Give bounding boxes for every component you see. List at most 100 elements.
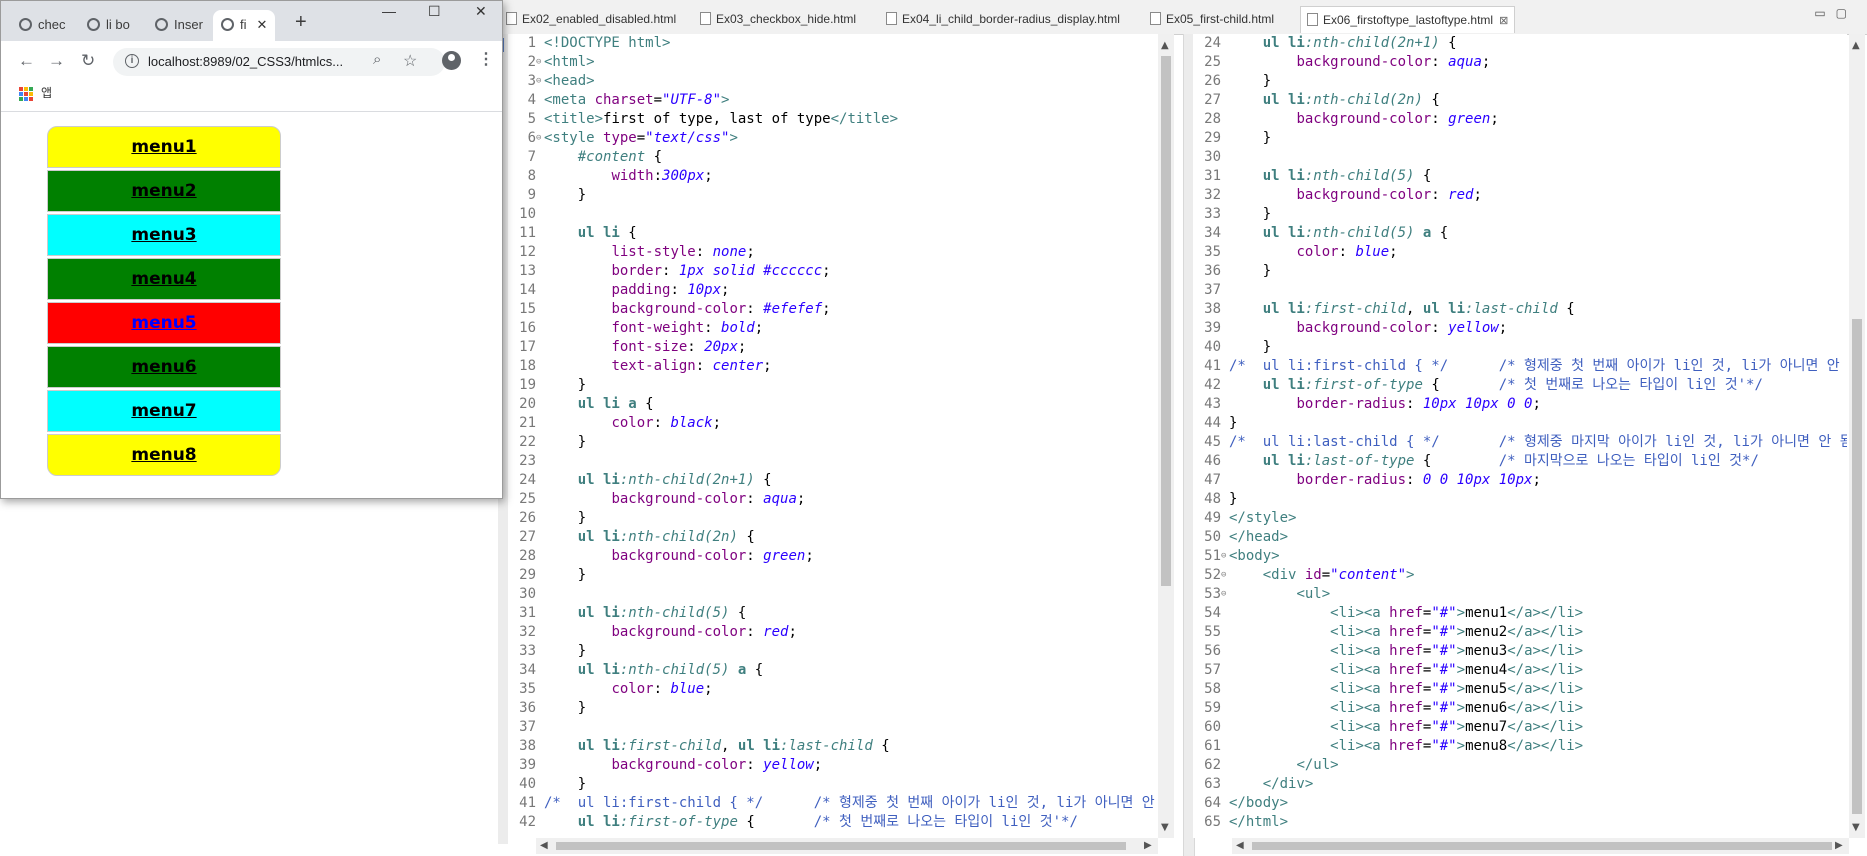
code-line[interactable]: 41 /* ul li:first-child { */ /* 형제중 첫 번째 …	[508, 794, 1158, 813]
code-line[interactable]: 13 border: 1px solid #cccccc;	[508, 262, 1158, 281]
code-line[interactable]: 49 </style>	[1193, 509, 1847, 528]
menu-link[interactable]: menu3	[131, 225, 196, 245]
code-line[interactable]: 47 border-radius: 0 0 10px 10px;	[1193, 471, 1847, 490]
menu-link[interactable]: menu6	[131, 357, 196, 377]
code-line[interactable]: 37	[1193, 281, 1847, 300]
code-line[interactable]: 34 ul li:nth-child(5) a {	[508, 661, 1158, 680]
back-icon[interactable]: ←	[18, 51, 35, 71]
code-line[interactable]: 19 }	[508, 376, 1158, 395]
code-line[interactable]: 32 background-color: red;	[1193, 186, 1847, 205]
scroll-left-icon[interactable]: ◀	[1236, 840, 1244, 851]
code-line[interactable]: 53⊖ <ul>	[1193, 585, 1847, 604]
code-line[interactable]: 29 }	[1193, 129, 1847, 148]
fold-marker-icon[interactable]: ⊖	[1221, 547, 1229, 566]
editor-tab-ex03[interactable]: Ex03_checkbox_hide.html	[700, 8, 856, 30]
scroll-down-icon[interactable]: ▼	[1852, 822, 1860, 833]
code-line[interactable]: 55 <li><a href="#">menu2</a></li>	[1193, 623, 1847, 642]
code-line[interactable]: 8 width:300px;	[508, 167, 1158, 186]
code-line[interactable]: 16 font-weight: bold;	[508, 319, 1158, 338]
close-icon[interactable]: ✕	[257, 17, 268, 32]
code-line[interactable]: 9 }	[508, 186, 1158, 205]
code-line[interactable]: 35 color: blue;	[1193, 243, 1847, 262]
code-line[interactable]: 45 /* ul li:last-child { */ /* 형제중 마지막 아이…	[1193, 433, 1847, 452]
browser-tab-active[interactable]: fi ✕	[213, 10, 276, 41]
code-line[interactable]: 42 ul li:first-of-type { /* 첫 번째로 나오는 타입…	[1193, 376, 1847, 395]
code-line[interactable]: 39 background-color: yellow;	[1193, 319, 1847, 338]
code-line[interactable]: 34 ul li:nth-child(5) a {	[1193, 224, 1847, 243]
profile-avatar-icon[interactable]	[442, 51, 461, 70]
left-vertical-scrollbar[interactable]: ▲ ▼	[1158, 34, 1174, 838]
code-line[interactable]: 37	[508, 718, 1158, 737]
scroll-thumb[interactable]	[1852, 319, 1862, 814]
code-line[interactable]: 57 <li><a href="#">menu4</a></li>	[1193, 661, 1847, 680]
editor-left-pane[interactable]: 1 <!DOCTYPE html> 2⊖ <html> 3⊖ <head> 4 <meta c…	[508, 34, 1158, 838]
code-line[interactable]: 33 }	[508, 642, 1158, 661]
right-code-area[interactable]: 24 ul li:nth-child(2n+1) {25 background-…	[1193, 34, 1847, 832]
scroll-thumb[interactable]	[1252, 842, 1832, 850]
code-line[interactable]: 33 }	[1193, 205, 1847, 224]
menu-link[interactable]: menu2	[131, 181, 196, 201]
code-line[interactable]: 41 /* ul li:first-child { */ /* 형제중 첫 번째 …	[1193, 357, 1847, 376]
apps-bookmark-label[interactable]: 앱	[41, 84, 52, 101]
code-line[interactable]: 24 ul li:nth-child(2n+1) {	[1193, 34, 1847, 53]
scroll-up-icon[interactable]: ▲	[1852, 40, 1860, 51]
code-line[interactable]: 42 ul li:first-of-type { /* 첫 번째로 나오는 타입…	[508, 813, 1158, 832]
menu-dots-icon[interactable]: ⋮	[478, 49, 494, 69]
code-line[interactable]: 35 color: blue;	[508, 680, 1158, 699]
code-line[interactable]: 2⊖ <html>	[508, 53, 1158, 72]
reload-icon[interactable]: ↻	[81, 51, 95, 71]
code-line[interactable]: 7 #content {	[508, 148, 1158, 167]
bookmark-star-icon[interactable]: ☆	[403, 51, 417, 71]
code-line[interactable]: 29 }	[508, 566, 1158, 585]
maximize-button[interactable]: ☐	[428, 3, 441, 20]
browser-tab[interactable]: Inser	[155, 10, 203, 41]
editor-right-pane[interactable]: 24 ul li:nth-child(2n+1) {25 background-…	[1193, 34, 1847, 838]
address-bar[interactable]: i localhost:8989/02_CSS3/htmlcs... ⌕ ☆	[113, 48, 445, 76]
code-line[interactable]: 43 border-radius: 10px 10px 0 0;	[1193, 395, 1847, 414]
code-line[interactable]: 36 }	[508, 699, 1158, 718]
apps-grid-icon[interactable]	[19, 87, 33, 101]
code-line[interactable]: 11 ul li {	[508, 224, 1158, 243]
code-line[interactable]: 44}	[1193, 414, 1847, 433]
menu-link[interactable]: menu4	[131, 269, 196, 289]
menu-link[interactable]: menu5	[131, 313, 196, 333]
right-horizontal-scrollbar[interactable]: ◀ ▶	[1232, 838, 1849, 854]
code-line[interactable]: 25 background-color: aqua;	[1193, 53, 1847, 72]
code-line[interactable]: 30	[508, 585, 1158, 604]
close-icon[interactable]: ⊠	[1499, 15, 1508, 27]
code-line[interactable]: 46 ul li:last-of-type { /* 마지막으로 나오는 타입이…	[1193, 452, 1847, 471]
editor-tab-ex04[interactable]: Ex04_li_child_border-radius_display.html	[886, 8, 1120, 30]
code-line[interactable]: 23	[508, 452, 1158, 471]
close-window-button[interactable]: ✕	[475, 3, 487, 20]
code-line[interactable]: 25 background-color: aqua;	[508, 490, 1158, 509]
minimize-button[interactable]: —	[382, 3, 396, 19]
browser-tab[interactable]: chec	[19, 10, 65, 41]
new-tab-button[interactable]: +	[295, 11, 307, 34]
code-line[interactable]: 26 }	[508, 509, 1158, 528]
code-line[interactable]: 1 <!DOCTYPE html>	[508, 34, 1158, 53]
code-line[interactable]: 59 <li><a href="#">menu6</a></li>	[1193, 699, 1847, 718]
code-line[interactable]: 21 color: black;	[508, 414, 1158, 433]
fold-marker-icon[interactable]: ⊖	[1221, 566, 1229, 585]
code-line[interactable]: 38 ul li:first-child, ul li:last-child {	[1193, 300, 1847, 319]
code-line[interactable]: 50 </head>	[1193, 528, 1847, 547]
code-line[interactable]: 27 ul li:nth-child(2n) {	[508, 528, 1158, 547]
fold-marker-icon[interactable]: ⊖	[536, 53, 544, 72]
code-line[interactable]: 56 <li><a href="#">menu3</a></li>	[1193, 642, 1847, 661]
menu-link[interactable]: menu7	[131, 401, 196, 421]
code-line[interactable]: 51⊖ <body>	[1193, 547, 1847, 566]
code-line[interactable]: 36 }	[1193, 262, 1847, 281]
scroll-right-icon[interactable]: ▶	[1144, 840, 1152, 851]
editor-tab-ex06[interactable]: Ex06_firstoftype_lastoftype.html ⊠	[1300, 6, 1516, 33]
code-line[interactable]: 40 }	[1193, 338, 1847, 357]
code-line[interactable]: 60 <li><a href="#">menu7</a></li>	[1193, 718, 1847, 737]
code-line[interactable]: 22 }	[508, 433, 1158, 452]
code-line[interactable]: 52⊖ <div id="content">	[1193, 566, 1847, 585]
code-line[interactable]: 24 ul li:nth-child(2n+1) {	[508, 471, 1158, 490]
code-line[interactable]: 15 background-color: #efefef;	[508, 300, 1158, 319]
code-line[interactable]: 28 background-color: green;	[508, 547, 1158, 566]
code-line[interactable]: 14 padding: 10px;	[508, 281, 1158, 300]
code-line[interactable]: 54 <li><a href="#">menu1</a></li>	[1193, 604, 1847, 623]
scroll-left-icon[interactable]: ◀	[540, 840, 548, 851]
scroll-thumb[interactable]	[556, 842, 1126, 850]
